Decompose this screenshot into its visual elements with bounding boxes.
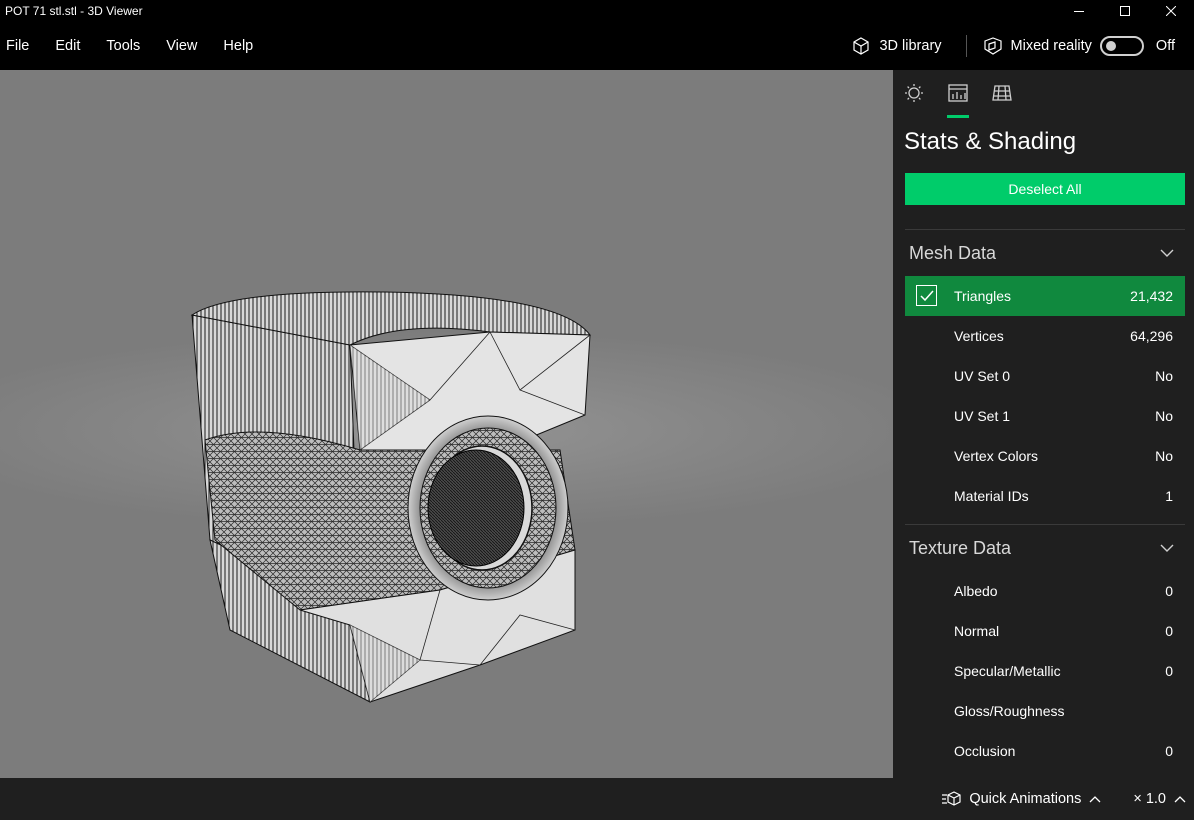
close-button[interactable] (1148, 0, 1194, 22)
lighting-icon (905, 84, 923, 102)
chevron-down-icon (1160, 249, 1174, 257)
cube-icon (853, 37, 870, 55)
mixed-reality-control: Mixed reality Off (983, 36, 1194, 56)
maximize-button[interactable] (1102, 0, 1148, 22)
menu-tools[interactable]: Tools (106, 38, 140, 54)
3d-viewport[interactable] (0, 70, 893, 778)
row-value: 0 (1165, 663, 1173, 679)
mesh-row-triangles[interactable]: Triangles 21,432 (905, 276, 1185, 316)
mixed-reality-toggle[interactable] (1099, 36, 1144, 56)
animation-speed-button[interactable]: × 1.0 (1133, 791, 1186, 807)
mixed-reality-state: Off (1155, 38, 1175, 54)
row-label: Gloss/Roughness (954, 703, 1065, 719)
row-value: 1 (1165, 488, 1173, 504)
menu-edit[interactable]: Edit (55, 38, 80, 54)
animation-icon (942, 791, 961, 806)
title-bar: POT 71 stl.stl - 3D Viewer (0, 0, 1194, 22)
chevron-up-icon (1174, 796, 1186, 803)
row-label: Vertices (954, 328, 1004, 344)
panel-tabs (893, 70, 1194, 118)
minimize-button[interactable] (1056, 0, 1102, 22)
mesh-row-vertices[interactable]: Vertices 64,296 (905, 316, 1185, 356)
toggle-knob (1105, 41, 1116, 51)
model-spout-opening (427, 449, 525, 567)
quick-animations-button[interactable]: Quick Animations (941, 791, 1109, 807)
checkbox-triangles[interactable] (916, 285, 937, 306)
3d-library-button[interactable]: 3D library (851, 36, 942, 56)
row-value: 0 (1165, 583, 1173, 599)
bottom-bar: Quick Animations × 1.0 (0, 778, 1194, 820)
chevron-down-icon (1160, 544, 1174, 552)
menu-file[interactable]: File (6, 38, 29, 54)
maximize-icon (1120, 6, 1130, 16)
row-value: 21,432 (1130, 288, 1173, 304)
row-value: 0 (1165, 623, 1173, 639)
row-value: 64,296 (1130, 328, 1173, 344)
tab-stats[interactable] (947, 82, 969, 118)
deselect-all-button[interactable]: Deselect All (905, 173, 1185, 205)
menu-help[interactable]: Help (223, 38, 253, 54)
mesh-data-title: Mesh Data (909, 242, 997, 263)
texture-data-header[interactable]: Texture Data (893, 525, 1194, 571)
3d-library-label: 3D library (879, 38, 942, 54)
row-label: Normal (954, 623, 1000, 639)
row-label: UV Set 1 (954, 408, 1011, 424)
chevron-up-icon (1089, 796, 1101, 803)
menu-bar: File Edit Tools View Help 3D library Mix… (0, 22, 1194, 70)
mixed-reality-label: Mixed reality (1010, 38, 1092, 54)
panel-title: Stats & Shading (904, 128, 1077, 155)
row-label: Specular/Metallic (954, 663, 1061, 679)
stats-icon (948, 84, 968, 102)
row-label: Triangles (954, 288, 1012, 304)
menu-view[interactable]: View (166, 38, 197, 54)
texture-row-normal[interactable]: Normal 0 (905, 611, 1185, 651)
row-label: Albedo (954, 583, 998, 599)
quick-animations-label: Quick Animations (969, 791, 1082, 807)
texture-row-albedo[interactable]: Albedo 0 (905, 571, 1185, 611)
row-label: UV Set 0 (954, 368, 1011, 384)
texture-row-occlusion[interactable]: Occlusion 0 (905, 731, 1185, 771)
stats-panel: Stats & Shading Deselect All Mesh Data T… (893, 70, 1194, 778)
mixed-reality-icon (983, 37, 1002, 55)
tab-lighting[interactable] (903, 82, 925, 104)
close-icon (1166, 6, 1176, 16)
texture-row-specular-metallic[interactable]: Specular/Metallic 0 (905, 651, 1185, 691)
minimize-icon (1074, 11, 1084, 12)
window-title: POT 71 stl.stl - 3D Viewer (5, 4, 143, 18)
row-value: No (1155, 448, 1173, 464)
animation-speed-label: × 1.0 (1133, 791, 1166, 807)
row-value: No (1155, 408, 1173, 424)
tab-grid[interactable] (991, 82, 1013, 104)
texture-data-title: Texture Data (909, 537, 1012, 558)
row-label: Material IDs (954, 488, 1029, 504)
mesh-row-uv-set-0[interactable]: UV Set 0 No (905, 356, 1185, 396)
mesh-row-vertex-colors[interactable]: Vertex Colors No (905, 436, 1185, 476)
row-value: No (1155, 368, 1173, 384)
mesh-row-material-ids[interactable]: Material IDs 1 (905, 476, 1185, 516)
grid-icon (992, 85, 1012, 101)
row-label: Occlusion (954, 743, 1016, 759)
mesh-data-header[interactable]: Mesh Data (893, 230, 1194, 276)
checkmark-icon (919, 290, 934, 301)
row-label: Vertex Colors (954, 448, 1039, 464)
3d-model[interactable] (0, 70, 893, 778)
mesh-row-uv-set-1[interactable]: UV Set 1 No (905, 396, 1185, 436)
toolbar-divider (965, 35, 967, 57)
row-value: 0 (1165, 743, 1173, 759)
texture-row-gloss-roughness[interactable]: Gloss/Roughness (905, 691, 1185, 731)
